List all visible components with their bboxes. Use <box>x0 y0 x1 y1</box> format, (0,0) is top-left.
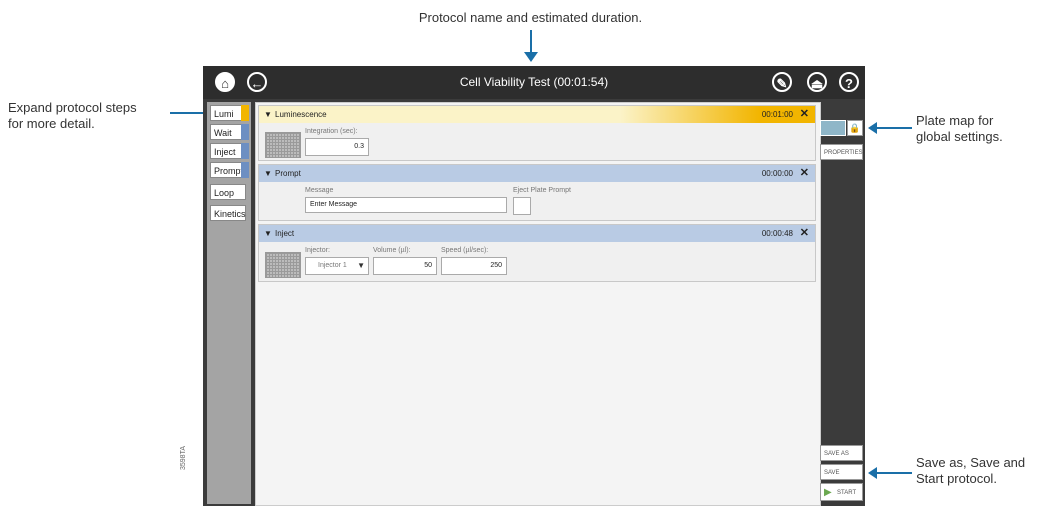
volume-label: Volume (µl): <box>373 247 411 254</box>
step-tab-label: Lumi <box>214 109 234 119</box>
injector-value: Injector 1 <box>318 262 347 269</box>
right-panel: 🔒 PROPERTIES SAVE AS SAVE ▶ START <box>820 102 863 504</box>
app-window: ⌂ ← Cell Viability Test (00:01:54) ✎ ⏏ ?… <box>203 66 865 506</box>
step-tab-label: Prompt <box>214 166 244 176</box>
step-tab-indicator <box>241 162 249 178</box>
step-tab-loop[interactable]: Loop <box>210 184 246 200</box>
chevron-down-icon: ▼ <box>357 261 365 270</box>
step-panel-prompt: ▼ Prompt 00:00:00 ✕ Message Enter Messag… <box>258 164 816 221</box>
eject-icon[interactable]: ⏏ <box>807 72 827 92</box>
plate-thumbnail[interactable] <box>265 252 301 278</box>
help-icon[interactable]: ? <box>839 72 859 92</box>
step-tab-label: Inject <box>214 147 236 157</box>
play-icon: ▶ <box>824 487 832 498</box>
close-icon[interactable]: ✕ <box>800 165 809 182</box>
properties-button[interactable]: PROPERTIES <box>820 144 863 160</box>
panel-header[interactable]: ▼ Inject 00:00:48 ✕ <box>259 225 815 242</box>
collapse-icon[interactable]: ▼ <box>264 225 272 242</box>
speed-label: Speed (µl/sec): <box>441 247 489 254</box>
speed-input[interactable]: 250 <box>441 257 507 275</box>
eject-plate-checkbox[interactable] <box>513 197 531 215</box>
collapse-icon[interactable]: ▼ <box>264 106 272 123</box>
integration-label: Integration (sec): <box>305 128 358 135</box>
step-tab-wait[interactable]: Wait <box>210 124 249 140</box>
protocol-steps-area: ▼ Luminescence 00:01:00 ✕ Integration (s… <box>255 102 821 506</box>
panel-header[interactable]: ▼ Luminescence 00:01:00 ✕ <box>259 106 815 123</box>
step-tab-label: Wait <box>214 128 232 138</box>
plate-map-button[interactable] <box>820 120 846 136</box>
step-tab-prompt[interactable]: Prompt <box>210 162 249 178</box>
step-tab-indicator <box>241 105 249 121</box>
step-panel-inject: ▼ Inject 00:00:48 ✕ Injector: Injector 1… <box>258 224 816 282</box>
plate-thumbnail[interactable] <box>265 132 301 158</box>
panel-header[interactable]: ▼ Prompt 00:00:00 ✕ <box>259 165 815 182</box>
close-icon[interactable]: ✕ <box>800 106 809 123</box>
message-label: Message <box>305 187 334 194</box>
step-tab-label: Loop <box>214 188 235 198</box>
close-icon[interactable]: ✕ <box>800 225 809 242</box>
start-label: START <box>837 490 857 496</box>
callout-protocol-name: Protocol name and estimated duration. <box>418 10 643 25</box>
step-panel-luminescence: ▼ Luminescence 00:01:00 ✕ Integration (s… <box>258 105 816 161</box>
step-tab-indicator <box>241 143 249 159</box>
panel-name: Inject <box>275 229 295 238</box>
panel-duration: 00:00:00 <box>761 169 793 178</box>
start-button[interactable]: ▶ START <box>820 483 863 501</box>
lock-icon[interactable]: 🔒 <box>847 120 863 136</box>
message-input[interactable]: Enter Message <box>305 197 507 213</box>
step-tab-lumi[interactable]: Lumi <box>210 105 249 121</box>
panel-name: Luminescence <box>275 110 327 119</box>
step-tab-inject[interactable]: Inject <box>210 143 249 159</box>
step-tab-indicator <box>241 124 249 140</box>
step-tab-label: Kinetics <box>214 209 246 219</box>
callout-plate-map: Plate map for global settings. <box>916 113 1003 144</box>
save-as-button[interactable]: SAVE AS <box>820 445 863 461</box>
eject-plate-label: Eject Plate Prompt <box>513 187 571 194</box>
callout-save: Save as, Save and Start protocol. <box>916 455 1026 486</box>
panel-duration: 00:01:00 <box>761 110 793 119</box>
wrench-icon[interactable]: ✎ <box>772 72 792 92</box>
callout-expand-steps: Expand protocol steps for more detail. <box>8 100 137 131</box>
top-bar: ⌂ ← Cell Viability Test (00:01:54) ✎ ⏏ ? <box>203 66 865 99</box>
injector-label: Injector: <box>305 247 330 254</box>
figure-id: 3598TA <box>180 446 187 470</box>
step-tab-kinetics[interactable]: Kinetics <box>210 205 246 221</box>
step-tab-column: Lumi Wait Inject Prompt Loop Kinetics <box>207 102 251 504</box>
save-button[interactable]: SAVE <box>820 464 863 480</box>
collapse-icon[interactable]: ▼ <box>264 165 272 182</box>
volume-input[interactable]: 50 <box>373 257 437 275</box>
panel-name: Prompt <box>275 169 301 178</box>
integration-input[interactable]: 0.3 <box>305 138 369 156</box>
injector-select[interactable]: Injector 1 ▼ <box>305 257 369 275</box>
protocol-title: Cell Viability Test (00:01:54) <box>459 75 609 89</box>
panel-duration: 00:00:48 <box>761 229 793 238</box>
